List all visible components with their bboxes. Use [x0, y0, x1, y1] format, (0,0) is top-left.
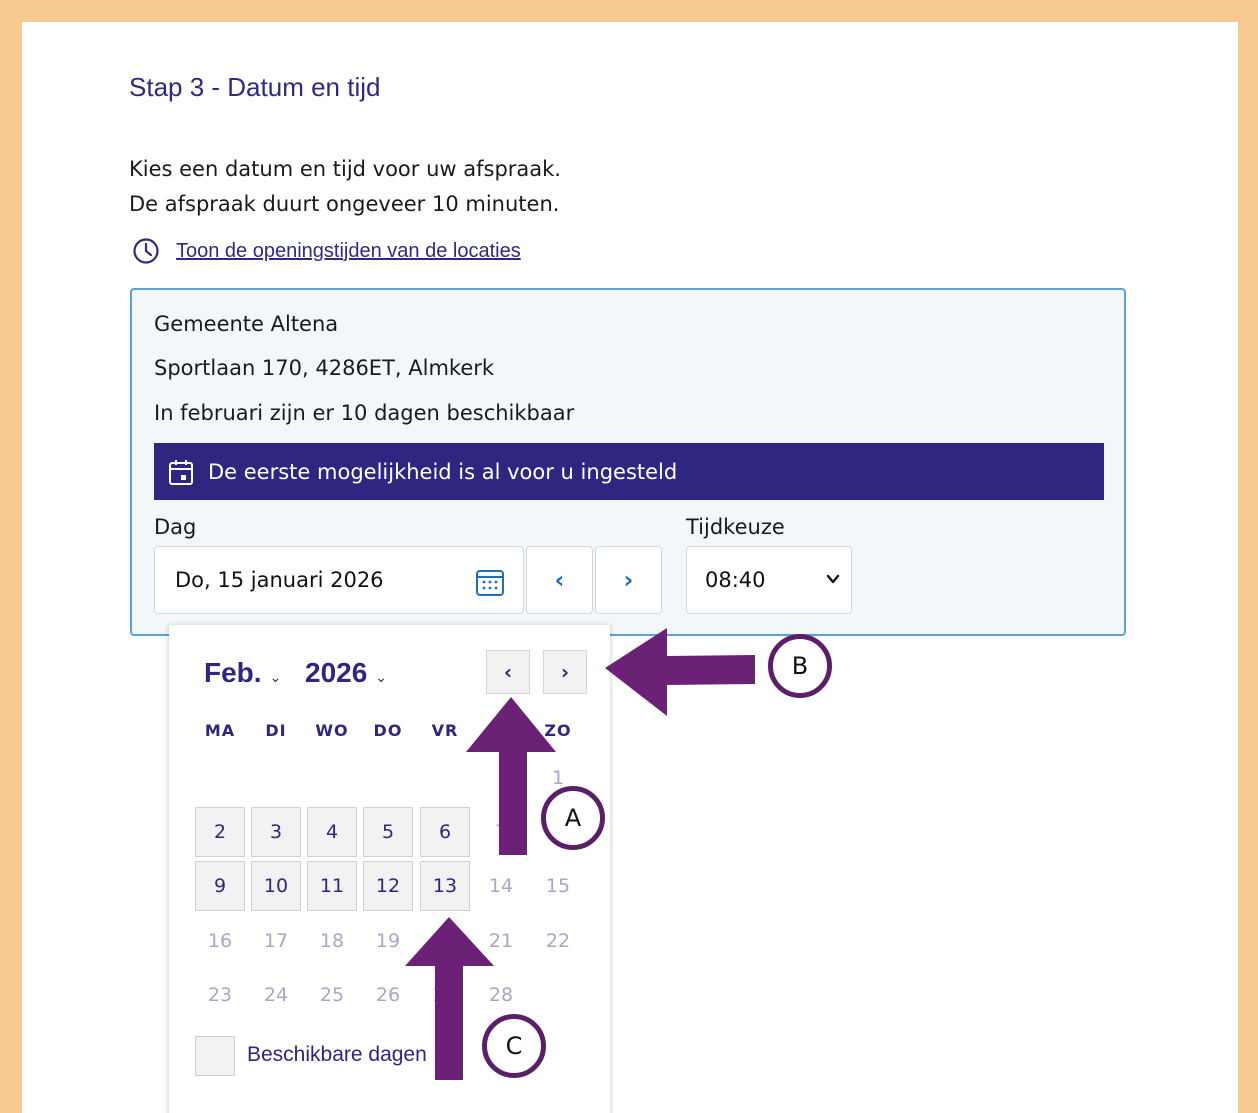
date-field[interactable]: Do, 15 januari 2026	[154, 546, 524, 614]
time-select[interactable]: 08:40	[686, 546, 852, 614]
location-name: Gemeente Altena	[154, 312, 339, 336]
legend-swatch	[195, 1036, 235, 1076]
calendar-day: 23	[207, 984, 233, 1006]
weekday-wo: WO	[315, 721, 349, 740]
calendar-day: 19	[375, 930, 401, 952]
calendar-check-icon	[169, 459, 193, 485]
arrow-b	[605, 628, 755, 716]
legend-label: Beschikbare dagen	[247, 1043, 427, 1066]
chevron-down-icon: ⌄	[375, 669, 388, 685]
calendar-day: 14	[488, 875, 514, 897]
chevron-right-icon: ›	[623, 566, 634, 594]
calendar-day[interactable]: 9	[195, 861, 245, 911]
weekday-di: DI	[265, 721, 287, 740]
calendar-day[interactable]: 6	[420, 807, 470, 857]
annotation-marker-b: B	[768, 634, 832, 698]
year-label: 2026	[305, 657, 368, 688]
month-label: Feb.	[204, 657, 262, 688]
clock-icon	[133, 238, 159, 264]
calendar-day[interactable]: 10	[251, 861, 301, 911]
opening-hours-link[interactable]: Toon de openingstijden van de locaties	[132, 237, 521, 265]
previous-month-button[interactable]: ‹	[486, 650, 530, 694]
month-dropdown[interactable]: Feb. ⌄	[204, 657, 281, 689]
next-day-button[interactable]: ›	[595, 546, 662, 614]
calendar-day: 7	[494, 821, 508, 843]
calendar-day: 25	[319, 984, 345, 1006]
annotation-marker-c: C	[482, 1014, 546, 1078]
calendar-day: 24	[263, 984, 289, 1006]
calendar-day[interactable]: 5	[363, 807, 413, 857]
weekday-zo: ZO	[544, 721, 572, 740]
annotation-marker-a: A	[541, 786, 605, 850]
opening-hours-link-label[interactable]: Toon de openingstijden van de locaties	[176, 240, 521, 263]
chevron-down-icon	[826, 574, 840, 584]
weekday-vr: VR	[431, 721, 459, 740]
previous-day-button[interactable]: ‹	[526, 546, 593, 614]
weekday-za: ZA	[488, 721, 514, 740]
calendar-day: 18	[319, 930, 345, 952]
page-title: Stap 3 - Datum en tijd	[129, 72, 381, 102]
first-option-banner: De eerste mogelijkheid is al voor u inge…	[154, 443, 1104, 500]
calendar-day: 26	[375, 984, 401, 1006]
calendar-icon[interactable]	[475, 567, 505, 597]
intro-line-2: De afspraak duurt ongeveer 10 minuten.	[129, 192, 560, 216]
calendar-day: 15	[545, 875, 571, 897]
date-value: Do, 15 januari 2026	[175, 568, 384, 592]
calendar-day: 20	[432, 930, 458, 952]
time-label: Tijdkeuze	[686, 515, 785, 539]
day-label: Dag	[154, 515, 197, 539]
calendar-day: 21	[488, 930, 514, 952]
calendar-day[interactable]: 11	[307, 861, 357, 911]
location-panel: Gemeente Altena Sportlaan 170, 4286ET, A…	[130, 288, 1126, 636]
calendar-day[interactable]: 3	[251, 807, 301, 857]
time-value: 08:40	[705, 568, 766, 592]
marker-a-label: A	[564, 804, 582, 832]
marker-c-label: C	[505, 1032, 523, 1060]
weekday-ma: MA	[204, 721, 236, 740]
chevron-left-icon: ‹	[503, 660, 513, 684]
banner-text: De eerste mogelijkheid is al voor u inge…	[208, 459, 678, 484]
calendar-day: 28	[488, 984, 514, 1006]
page: Stap 3 - Datum en tijd Kies een datum en…	[22, 22, 1238, 1113]
chevron-right-icon: ›	[560, 660, 570, 684]
marker-b-label: B	[791, 652, 809, 680]
next-month-button[interactable]: ›	[543, 650, 587, 694]
intro-line-1: Kies een datum en tijd voor uw afspraak.	[129, 157, 561, 181]
weekday-do: DO	[373, 721, 403, 740]
calendar-day: 16	[207, 930, 233, 952]
chevron-left-icon: ‹	[554, 566, 565, 594]
calendar-day: 27	[432, 984, 458, 1006]
calendar-day: 17	[263, 930, 289, 952]
chevron-down-icon: ⌄	[269, 669, 282, 685]
intro-text: Kies een datum en tijd voor uw afspraak.…	[129, 152, 561, 222]
location-address: Sportlaan 170, 4286ET, Almkerk	[154, 356, 495, 380]
calendar-day[interactable]: 12	[363, 861, 413, 911]
year-dropdown[interactable]: 2026 ⌄	[305, 657, 387, 689]
availability-text: In februari zijn er 10 dagen beschikbaar	[154, 401, 575, 425]
calendar-day[interactable]: 2	[195, 807, 245, 857]
calendar-day[interactable]: 4	[307, 807, 357, 857]
calendar-day[interactable]: 13	[420, 861, 470, 911]
calendar-day: 22	[545, 930, 571, 952]
